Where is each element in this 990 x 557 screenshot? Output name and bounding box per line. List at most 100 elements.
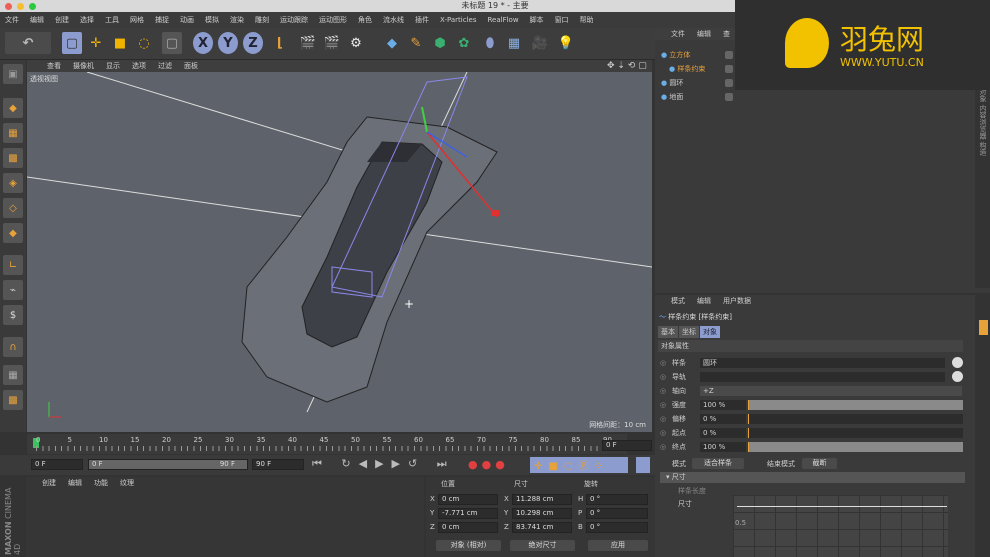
animation-key-icon[interactable]: ◎ [660, 385, 666, 397]
coordinate-rot-field[interactable]: 0 ° [586, 508, 648, 519]
points-mode-icon[interactable]: ◈ [3, 173, 23, 193]
animation-key-icon[interactable]: ◎ [660, 427, 666, 439]
floor-icon[interactable]: ▦ [504, 32, 524, 54]
recent-tools-icon[interactable]: ▢ [162, 32, 182, 54]
menu-item[interactable]: 雕刻 [255, 12, 269, 28]
menu-item[interactable]: 捕捉 [155, 12, 169, 28]
menu-item[interactable]: 运动跟踪 [280, 12, 308, 28]
lock-workplane-icon[interactable]: ▦ [3, 365, 23, 385]
cloner-icon[interactable]: ✿ [454, 32, 474, 54]
visibility-toggle[interactable] [725, 93, 733, 101]
visibility-toggle[interactable] [725, 79, 733, 87]
menu-item[interactable]: 运动图形 [319, 12, 347, 28]
playback-controls[interactable]: ⏮ ↻◀▶▶↺ ⏭ [312, 457, 455, 471]
menu-item[interactable]: 动画 [180, 12, 194, 28]
animation-key-icon[interactable]: ◎ [660, 371, 666, 383]
menu-item[interactable]: 脚本 [530, 12, 544, 28]
light-icon[interactable]: 💡 [556, 32, 576, 54]
size-mode-dropdown[interactable]: 绝对尺寸 [510, 540, 575, 551]
object-row[interactable]: ● 圆环 [661, 77, 683, 89]
field-value[interactable]: 圆环 [700, 358, 945, 368]
visibility-toggle[interactable] [725, 65, 733, 73]
coordinate-rot-field[interactable]: 0 ° [586, 522, 648, 533]
menu-item[interactable]: 流水线 [383, 12, 404, 28]
model-mode-icon[interactable]: ◆ [3, 98, 23, 118]
menu-item[interactable]: 创建 [55, 12, 69, 28]
pick-object-icon[interactable] [952, 357, 963, 368]
coordinate-size-field[interactable]: 10.298 cm [512, 508, 572, 519]
viewport-menu-item[interactable]: 面板 [184, 60, 198, 72]
size-spline-curve[interactable]: 0.5 [733, 495, 948, 557]
coordinate-system-icon[interactable]: ⌊ [270, 32, 290, 54]
object-row[interactable]: ● 样条约束 [669, 63, 705, 75]
pick-object-icon[interactable] [952, 371, 963, 382]
coordinate-mode-dropdown[interactable]: 对象 (相对) [436, 540, 501, 551]
end-mode-dropdown[interactable]: 截断 [802, 458, 837, 469]
menu-item[interactable]: 窗口 [555, 12, 569, 28]
field-value[interactable]: 100 % [700, 400, 746, 410]
menu-item[interactable]: 角色 [358, 12, 372, 28]
edges-mode-icon[interactable]: ◇ [3, 198, 23, 218]
object-menu-item[interactable]: 查 [723, 28, 730, 40]
make-editable-icon[interactable]: ▣ [3, 64, 23, 84]
z-axis-icon[interactable]: Z [243, 32, 263, 54]
pen-spline-icon[interactable]: ✎ [406, 32, 426, 54]
current-frame-field[interactable]: 0 F [602, 440, 652, 451]
viewport-menu-item[interactable]: 摄像机 [73, 60, 94, 72]
rotate-icon[interactable]: ◌ [134, 32, 154, 54]
menu-item[interactable]: 文件 [5, 12, 19, 28]
viewport-nav-icons[interactable]: ✥ ⇣ ⟲ ▢ [607, 60, 647, 72]
undo-icon[interactable]: ↶ [5, 32, 51, 54]
field-value[interactable]: 0 % [700, 414, 746, 424]
viewport-menu-item[interactable]: 查看 [47, 60, 61, 72]
minimize-window-button[interactable] [17, 3, 24, 10]
viewport-menu-item[interactable]: 选项 [132, 60, 146, 72]
animation-key-icon[interactable]: ◎ [660, 399, 666, 411]
attribute-menu-item[interactable]: 编辑 [697, 295, 711, 307]
material-menu-item[interactable]: 创建 [42, 477, 56, 489]
record-keys-icons[interactable]: ●●● [468, 458, 509, 471]
3d-viewport[interactable]: 透视视图 + 网格间距：10 cm [27, 72, 652, 432]
attribute-tab[interactable]: 对象 [700, 326, 720, 338]
menu-item[interactable]: 选择 [80, 12, 94, 28]
texture-mode-icon[interactable]: ▦ [3, 123, 23, 143]
field-value[interactable] [700, 372, 945, 382]
grid-icon[interactable]: ▩ [3, 390, 23, 410]
size-relative-checkbox-label[interactable]: 样条长度 [678, 486, 706, 496]
snap-icon[interactable]: $ [3, 305, 23, 325]
menu-item[interactable]: X-Particles [440, 12, 476, 28]
maximize-window-button[interactable] [29, 3, 36, 10]
close-window-button[interactable] [5, 3, 12, 10]
value-slider[interactable] [748, 400, 963, 410]
field-value[interactable]: 0 % [700, 428, 746, 438]
object-row[interactable]: ● 地面 [661, 91, 683, 103]
attribute-scrollbar[interactable] [977, 295, 990, 557]
render-picture-queue-icon[interactable]: 🎬 [322, 32, 342, 54]
preview-range-slider[interactable]: 0 F 90 F [88, 459, 248, 470]
value-slider[interactable] [748, 442, 963, 452]
viewport-menu-item[interactable]: 过滤 [158, 60, 172, 72]
coordinate-size-field[interactable]: 11.288 cm [512, 494, 572, 505]
menu-item[interactable]: 模拟 [205, 12, 219, 28]
object-row[interactable]: ● 立方体 [661, 49, 690, 61]
live-select-icon[interactable]: ▢ [62, 32, 82, 54]
attribute-menu-item[interactable]: 用户数据 [723, 295, 751, 307]
coordinate-pos-field[interactable]: 0 cm [438, 522, 498, 533]
key-type-toggles[interactable]: ✛■◌Ⓟ⁘ [530, 457, 628, 473]
scale-icon[interactable]: ■ [110, 32, 130, 54]
menu-item[interactable]: 插件 [415, 12, 429, 28]
render-settings-icon[interactable]: ⚙ [346, 32, 366, 54]
material-menu-item[interactable]: 编辑 [68, 477, 82, 489]
magnet-icon[interactable]: ∩ [3, 337, 23, 357]
menu-item[interactable]: 渲染 [230, 12, 244, 28]
render-view-icon[interactable]: 🎬 [298, 32, 318, 54]
workplane-icon[interactable]: ▩ [3, 148, 23, 168]
side-tabs[interactable]: 对象 内容浏览器 构造 [975, 88, 990, 288]
cube-icon[interactable]: ◆ [382, 32, 402, 54]
tweak-mode-icon[interactable]: ⌁ [3, 280, 23, 300]
coordinate-rot-field[interactable]: 0 ° [586, 494, 648, 505]
animation-key-icon[interactable]: ◎ [660, 357, 666, 369]
attribute-menu-item[interactable]: 模式 [671, 295, 685, 307]
polygons-mode-icon[interactable]: ◆ [3, 223, 23, 243]
axis-mode-icon[interactable]: ∟ [3, 255, 23, 275]
